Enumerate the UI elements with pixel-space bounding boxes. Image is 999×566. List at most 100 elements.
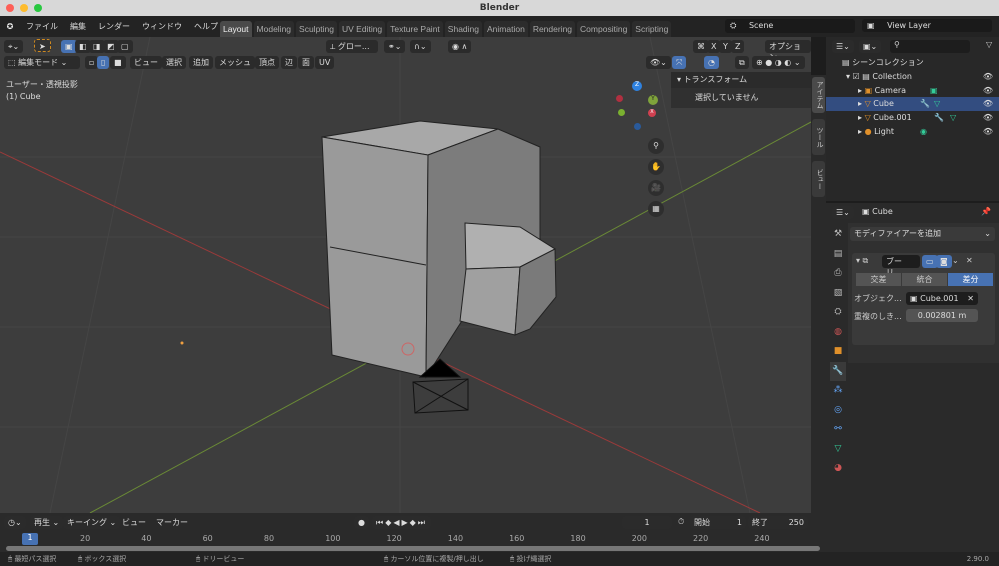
blender-logo-icon[interactable]: ✪ xyxy=(0,22,20,31)
ortho-grid-icon[interactable]: ▦ xyxy=(648,201,664,217)
modifier-name-field[interactable]: ブーリ... xyxy=(882,255,920,277)
pin-icon[interactable]: 📌 xyxy=(981,207,991,216)
select-mode-intersect-icon[interactable]: ▢ xyxy=(117,40,133,53)
gizmo-z[interactable]: Z xyxy=(632,81,642,91)
eye-icon[interactable]: 👁 xyxy=(983,70,993,84)
world-tab-icon[interactable]: ◍ xyxy=(830,323,846,343)
stopwatch-icon[interactable]: ⏱ xyxy=(678,517,684,527)
edge-select-mode[interactable]: ▯ xyxy=(97,56,110,69)
tool-tab-icon[interactable]: ⚒ xyxy=(830,225,846,245)
visibility-dropdown[interactable]: 👁⌄ xyxy=(646,56,671,69)
editor-type-button[interactable]: ⌖⌄ xyxy=(4,40,24,53)
record-button[interactable]: ● xyxy=(354,516,369,529)
data-tab-icon[interactable]: ▽ xyxy=(830,440,846,460)
tab-scripting[interactable]: Scripting xyxy=(632,21,672,37)
3d-viewport[interactable]: ⌖⌄ ➤ ▣ ◧ ◨ ◩ ▢ ⟂ グロー... ⚭⌄ ∩⌄ ◉ ∧ ⌘ X Y … xyxy=(0,37,811,513)
eye-icon[interactable]: 👁 xyxy=(983,97,993,111)
outliner-camera[interactable]: ▸ ▣ Camera ▣ 👁 xyxy=(826,84,999,98)
gizmo-x[interactable]: X xyxy=(648,109,656,117)
gizmo-toggle[interactable]: ⤧ xyxy=(672,56,687,69)
maximize-window-button[interactable] xyxy=(34,4,42,12)
outliner-scene-collection[interactable]: ▤ シーンコレクション xyxy=(826,56,999,70)
view-layer-selector[interactable]: ▣ View Layer xyxy=(862,19,992,32)
modifier-menu-icon[interactable]: ⌄ xyxy=(952,256,959,265)
render-tab-icon[interactable]: ▤ xyxy=(830,245,846,265)
gizmo-neg-x[interactable] xyxy=(616,95,623,102)
menu-edge[interactable]: 辺 xyxy=(281,56,297,69)
menu-edit[interactable]: 編集 xyxy=(64,21,92,32)
tab-compositing[interactable]: Compositing xyxy=(577,21,631,37)
menu-view[interactable]: ビュー xyxy=(118,516,150,529)
menu-playback[interactable]: 再生 ⌄ xyxy=(30,516,64,529)
add-modifier-dropdown[interactable]: モディファイアーを追加 ⌄ xyxy=(850,227,995,241)
axis-y-toggle[interactable]: Y xyxy=(719,40,732,53)
expand-icon[interactable]: ▾ ⧉ xyxy=(856,256,868,266)
overlap-threshold-field[interactable]: 0.002801 m xyxy=(906,309,978,322)
outliner-light[interactable]: ▸ ● Light ◉ 👁 xyxy=(826,125,999,139)
overlay-toggle[interactable]: ◔ xyxy=(704,56,719,69)
material-tab-icon[interactable]: ◕ xyxy=(830,459,846,479)
menu-face[interactable]: 面 xyxy=(298,56,314,69)
playback-controls[interactable]: ⏮◆◀▶◆⏭ xyxy=(372,516,432,529)
remove-modifier-icon[interactable]: ✕ xyxy=(966,256,973,265)
physics-tab-icon[interactable]: ◎ xyxy=(830,401,846,421)
camera-view-icon[interactable]: 🎥 xyxy=(648,180,664,196)
menu-render[interactable]: レンダー xyxy=(92,21,136,32)
tab-layout[interactable]: Layout xyxy=(220,21,252,37)
tab-animation[interactable]: Animation xyxy=(484,21,528,37)
xray-toggle[interactable]: ⧉ xyxy=(735,56,749,69)
options-dropdown[interactable]: オプション ⌄ xyxy=(765,40,811,62)
menu-marker[interactable]: マーカー xyxy=(152,516,192,529)
menu-select[interactable]: 選択 xyxy=(162,56,186,69)
scene-selector[interactable]: ⛭ Scene xyxy=(725,19,855,33)
operation-intersect[interactable]: 交差 xyxy=(856,273,901,286)
proportional-edit-toggle[interactable]: ◉ ∧ xyxy=(448,40,472,53)
constraints-tab-icon[interactable]: ⚯ xyxy=(830,420,846,440)
properties-editor-type[interactable]: ☰⌄ xyxy=(832,206,854,219)
tab-rendering[interactable]: Rendering xyxy=(529,21,576,37)
outliner-cube[interactable]: ▸ ▽ Cube 🔧 ▽ 👁 xyxy=(826,97,999,111)
tab-modeling[interactable]: Modeling xyxy=(253,21,295,37)
object-tab-icon[interactable]: ■ xyxy=(830,342,846,362)
menu-window[interactable]: ウィンドウ xyxy=(136,21,188,32)
face-select-mode[interactable]: ■ xyxy=(110,56,126,69)
sidebar-tab-item[interactable]: アイテム xyxy=(812,77,825,113)
menu-view[interactable]: ビュー xyxy=(130,56,162,69)
current-frame-field[interactable]: 1 xyxy=(622,516,672,529)
operation-union[interactable]: 統合 xyxy=(902,273,947,286)
start-frame-field[interactable]: 開始 1 xyxy=(690,516,746,529)
menu-mesh[interactable]: メッシュ xyxy=(215,56,255,69)
pivot-point-dropdown[interactable]: ⚭⌄ xyxy=(384,40,406,53)
particles-tab-icon[interactable]: ⁂ xyxy=(830,381,846,401)
timeline-editor-type[interactable]: ◷⌄ xyxy=(4,516,26,529)
transform-orientation-dropdown[interactable]: ⟂ グロー... xyxy=(326,40,378,53)
view-layer-tab-icon[interactable]: ▧ xyxy=(830,284,846,304)
timeline-scrollbar[interactable] xyxy=(6,546,820,551)
gizmo-y[interactable]: Y xyxy=(648,95,658,105)
outliner-cube-001[interactable]: ▸ ▽ Cube.001 🔧 ▽ 👁 xyxy=(826,111,999,125)
scene-tab-icon[interactable]: ⛭ xyxy=(830,303,846,323)
gizmo-neg-y[interactable] xyxy=(618,109,625,116)
playhead[interactable]: 1 xyxy=(22,533,38,545)
outliner-editor-type[interactable]: ☰⌄ xyxy=(832,40,854,53)
filter-icon[interactable]: ▽ xyxy=(986,40,992,49)
menu-vertex[interactable]: 頂点 xyxy=(255,56,279,69)
sidebar-tab-tool[interactable]: ツール xyxy=(812,119,825,155)
menu-help[interactable]: ヘルプ xyxy=(188,21,224,32)
shading-modes[interactable]: ⊕ ● ◑ ◐ ⌄ xyxy=(752,56,805,69)
outliner-collection[interactable]: ▾ ☑ ▤ Collection 👁 xyxy=(826,70,999,84)
gizmo-neg-z[interactable] xyxy=(634,123,641,130)
tab-sculpting[interactable]: Sculpting xyxy=(296,21,337,37)
modifier-tab-icon[interactable]: 🔧 xyxy=(830,361,846,381)
pan-hand-icon[interactable]: ✋ xyxy=(648,159,664,175)
display-mode-dropdown[interactable]: ▣⌄ xyxy=(859,40,882,53)
output-tab-icon[interactable]: ⎙ xyxy=(830,264,846,284)
navigation-gizmo[interactable]: Z Y X xyxy=(614,81,662,133)
eye-icon[interactable]: 👁 xyxy=(983,111,993,125)
snap-toggle[interactable]: ∩⌄ xyxy=(410,40,431,53)
tab-texture-paint[interactable]: Texture Paint xyxy=(387,21,443,37)
close-window-button[interactable] xyxy=(6,4,14,12)
eye-icon[interactable]: 👁 xyxy=(983,84,993,98)
zoom-icon[interactable]: ⚲ xyxy=(648,138,664,154)
menu-uv[interactable]: UV xyxy=(315,56,335,69)
